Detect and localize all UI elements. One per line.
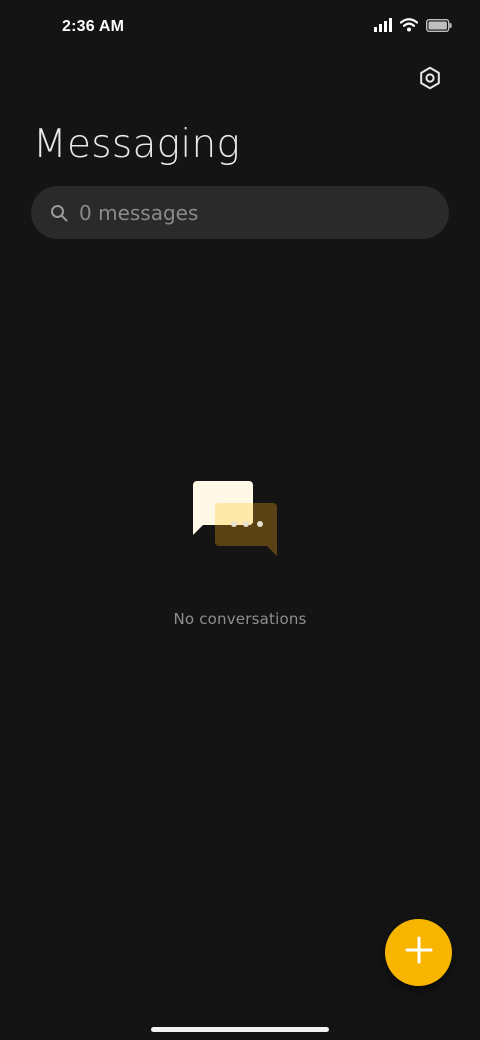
settings-button[interactable]: [412, 62, 448, 98]
battery-icon: [426, 18, 452, 32]
search-input[interactable]: [79, 200, 399, 225]
status-time: 2:36 AM: [62, 18, 125, 35]
signal-icon: [374, 18, 392, 32]
status-bar: 2:36 AM: [0, 0, 480, 56]
new-conversation-button[interactable]: [385, 919, 452, 986]
chat-bubbles-icon: [190, 480, 290, 560]
wifi-icon: [400, 18, 418, 32]
empty-state-text: No conversations: [173, 610, 307, 628]
empty-state: No conversations: [0, 480, 480, 628]
page-title: Messaging: [33, 122, 241, 167]
status-icons: [374, 18, 452, 32]
search-bar[interactable]: [31, 186, 449, 239]
home-indicator[interactable]: [151, 1027, 329, 1032]
gear-icon: [418, 66, 442, 95]
plus-icon: [405, 936, 433, 969]
search-icon: [49, 203, 69, 223]
